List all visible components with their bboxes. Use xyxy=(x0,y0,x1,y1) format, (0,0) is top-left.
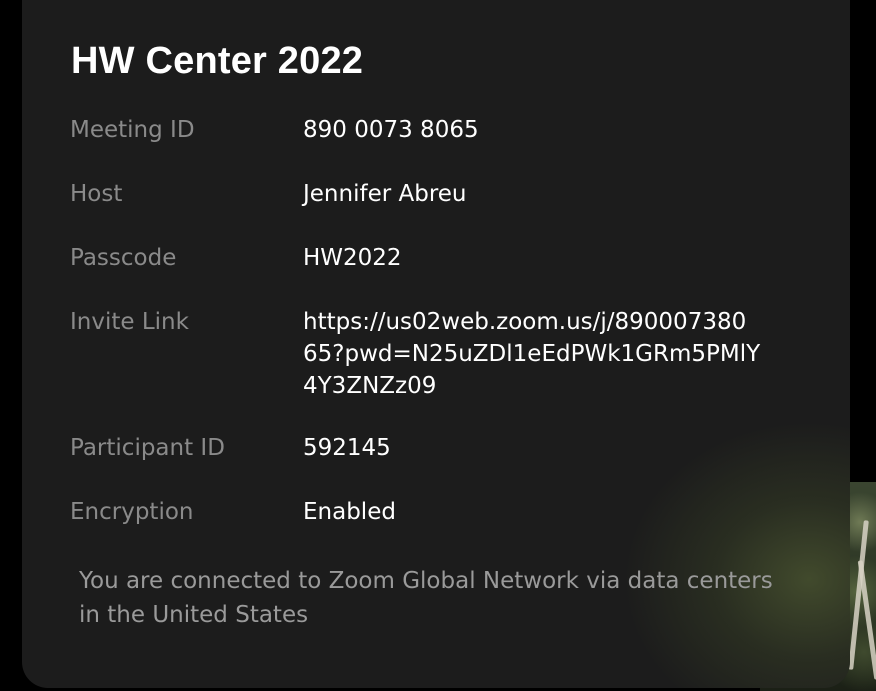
meeting-title: HW Center 2022 xyxy=(71,40,364,82)
meeting-id-label: Meeting ID xyxy=(70,117,195,143)
meeting-id-value[interactable]: 890 0073 8065 xyxy=(303,114,803,146)
host-label: Host xyxy=(70,181,123,207)
participant-id-label: Participant ID xyxy=(70,435,225,461)
passcode-value[interactable]: HW2022 xyxy=(303,242,803,274)
invite-link-label: Invite Link xyxy=(70,309,189,335)
encryption-value: Enabled xyxy=(303,499,396,525)
network-info-text: You are connected to Zoom Global Network… xyxy=(79,568,773,628)
host-value: Jennifer Abreu xyxy=(303,181,467,207)
passcode-label: Passcode xyxy=(70,245,177,271)
encryption-label: Encryption xyxy=(70,499,194,525)
invite-link-value[interactable]: https://us02web.zoom.us/j/890007380 65?p… xyxy=(303,306,803,402)
meeting-info-panel: HW Center 2022 Meeting ID 890 0073 8065 … xyxy=(22,0,850,688)
participant-id-value: 592145 xyxy=(303,435,391,461)
